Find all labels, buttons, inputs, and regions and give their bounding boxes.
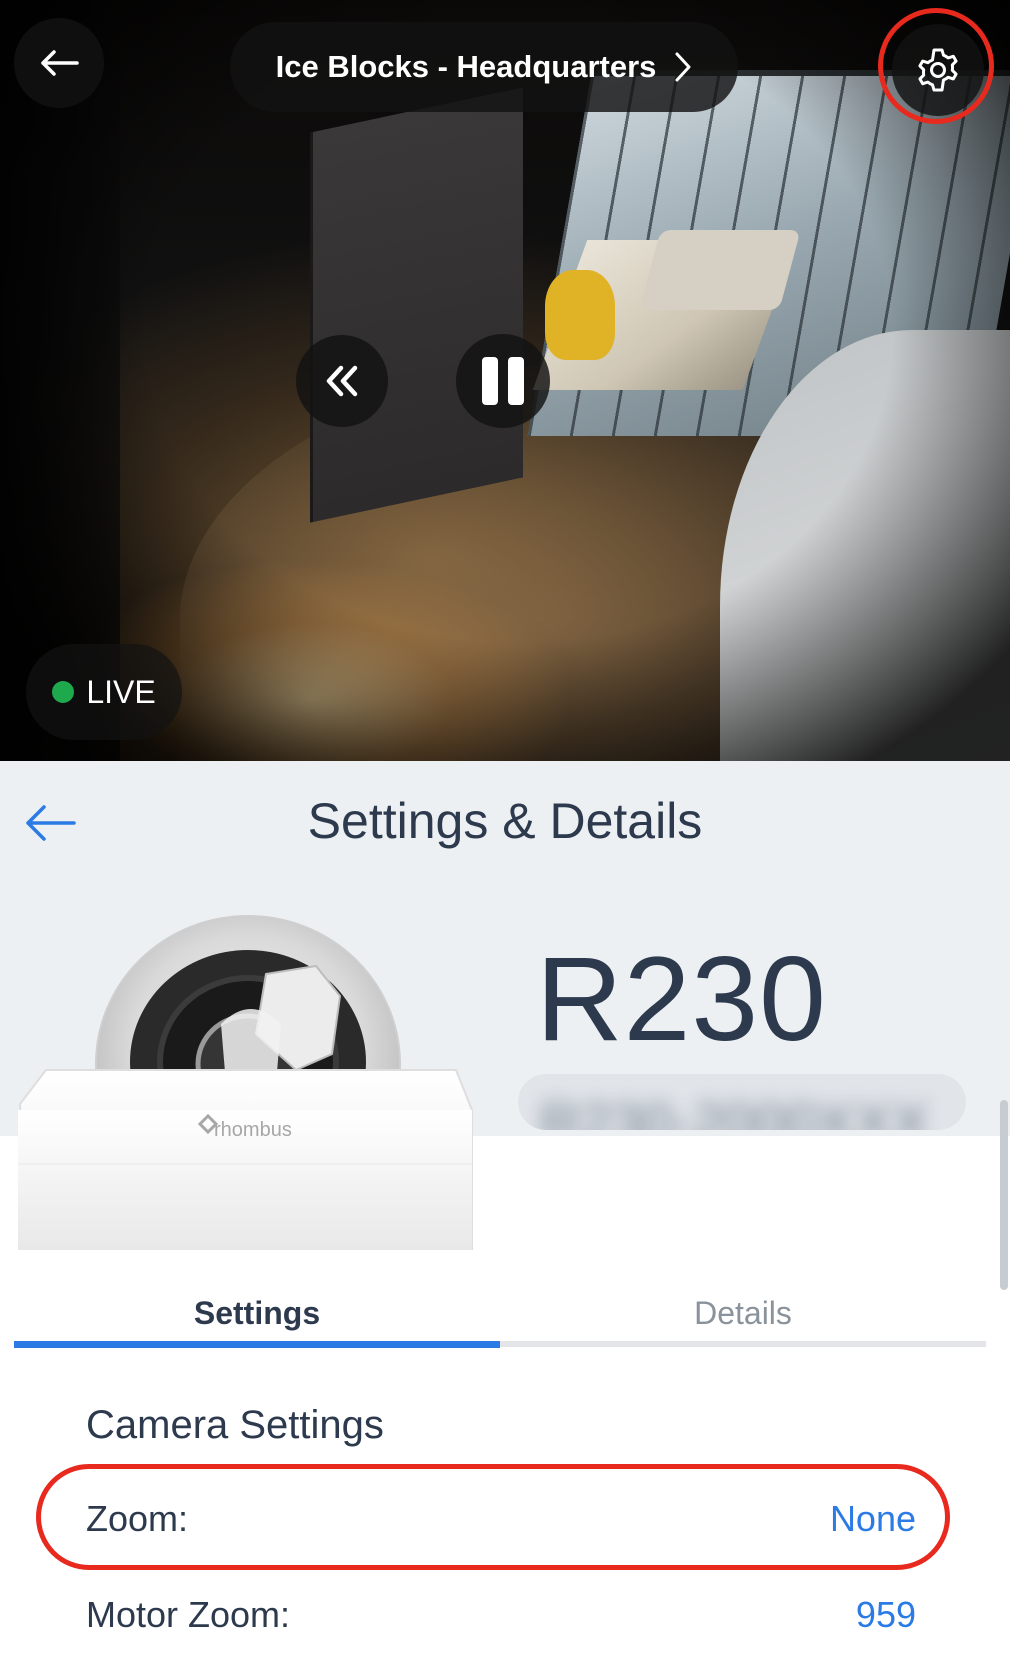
pause-button[interactable] [456, 334, 550, 428]
tab-active-indicator [14, 1341, 500, 1348]
tab-details[interactable]: Details [500, 1285, 986, 1349]
settings-button[interactable] [892, 24, 984, 116]
panel-title: Settings & Details [307, 793, 703, 849]
camera-brand-label: rhombus [214, 1119, 292, 1141]
live-label: LIVE [86, 673, 156, 710]
pause-icon [482, 357, 524, 405]
live-indicator[interactable]: LIVE [26, 644, 182, 740]
live-status-dot [52, 681, 75, 703]
arrow-left-icon [41, 50, 79, 76]
gear-icon [918, 48, 958, 92]
motor-zoom-setting-row[interactable]: Motor Zoom: 959 [86, 1586, 916, 1646]
video-back-button[interactable] [14, 18, 104, 108]
scrollbar[interactable] [1000, 1100, 1008, 1290]
chevron-right-icon [675, 52, 691, 82]
camera-settings-heading: Camera Settings [86, 1403, 384, 1447]
tab-settings[interactable]: Settings [14, 1285, 500, 1349]
rewind-button[interactable] [296, 335, 388, 427]
motor-zoom-label: Motor Zoom: [86, 1594, 291, 1635]
zoom-setting-row[interactable]: Zoom: None [86, 1490, 916, 1550]
zoom-label: Zoom: [86, 1498, 189, 1539]
camera-model: R230 [536, 932, 827, 1066]
serial-number-redacted: R230-2000XXX [518, 1074, 966, 1130]
motor-zoom-value[interactable]: 959 [856, 1594, 916, 1636]
settings-tabs: Settings Details [14, 1285, 986, 1349]
serial-number: R230-2000XXX [540, 1091, 930, 1130]
camera-product-image: rhombus [18, 915, 473, 1250]
double-chevron-left-icon [326, 365, 358, 397]
camera-title-button[interactable]: Ice Blocks - Headquarters [230, 22, 738, 112]
camera-title: Ice Blocks - Headquarters [275, 49, 657, 84]
zoom-value[interactable]: None [830, 1498, 916, 1540]
